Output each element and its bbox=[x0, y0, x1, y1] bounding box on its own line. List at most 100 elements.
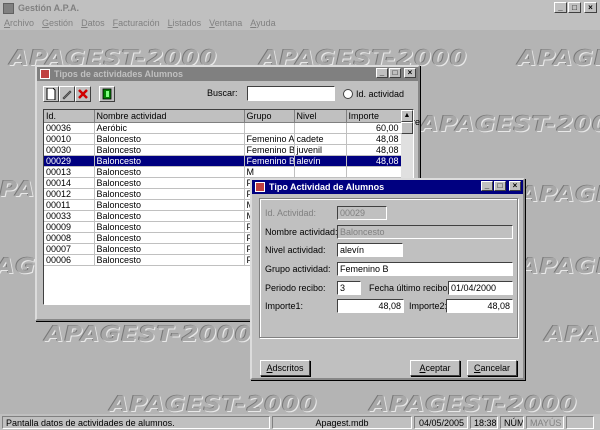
menu-ventana[interactable]: Ventana bbox=[209, 18, 242, 28]
menu-gestion[interactable]: Gestión bbox=[42, 18, 73, 28]
activity-name-label: Nombre actividad: bbox=[265, 227, 338, 237]
exit-door-icon bbox=[102, 88, 112, 100]
activity-level-field[interactable]: alevín bbox=[337, 243, 403, 257]
list-close-button[interactable]: × bbox=[404, 68, 416, 78]
edit-record-button[interactable] bbox=[59, 86, 75, 102]
amount2-label: Importe2: bbox=[409, 301, 448, 311]
table-row[interactable]: 00029 Baloncesto Femenino Balevín 48,08 bbox=[44, 155, 402, 167]
cell-name: Baloncesto bbox=[94, 210, 245, 222]
last-receipt-field[interactable]: 01/04/2000 bbox=[448, 281, 513, 295]
cell-id: 00036 bbox=[44, 122, 95, 134]
cell-amount: 48,08 bbox=[346, 133, 402, 145]
menu-ayuda[interactable]: Ayuda bbox=[250, 18, 275, 28]
table-row[interactable]: 00030 Baloncesto Femenino Bjuvenil 48,08 bbox=[44, 144, 402, 156]
menu-facturacion[interactable]: Facturación bbox=[113, 18, 160, 28]
list-window-title-bar[interactable]: Tipos de actividades Alumnos _ □ × bbox=[37, 67, 418, 81]
cell-group: Femenino B bbox=[244, 155, 295, 167]
watermark: APAGEST-2000 bbox=[110, 391, 318, 414]
app-maximize-button[interactable]: □ bbox=[568, 2, 581, 13]
activity-group-field[interactable]: Femenino B bbox=[337, 262, 513, 276]
mdi-workspace: APAGEST-2000 APAGEST-2000 APAGEST-2000 A… bbox=[0, 30, 600, 414]
cell-name: Baloncesto bbox=[94, 232, 245, 244]
scroll-up-icon[interactable]: ▲ bbox=[401, 110, 413, 122]
accept-button[interactable]: Aceptar bbox=[410, 360, 460, 376]
app-title-bar[interactable]: Gestión A.P.A. _ □ × bbox=[0, 0, 600, 16]
app-icon bbox=[3, 2, 14, 14]
delete-record-button[interactable] bbox=[75, 86, 91, 102]
cell-level: cadete bbox=[294, 133, 347, 145]
amount1-label: Importe1: bbox=[265, 301, 304, 311]
col-header-amount[interactable]: Importe bbox=[346, 110, 402, 123]
cell-group: Femenino B bbox=[244, 144, 295, 156]
app-title: Gestión A.P.A. bbox=[18, 3, 80, 13]
list-minimize-button[interactable]: _ bbox=[376, 68, 388, 78]
app-window-controls: _ □ × bbox=[554, 2, 597, 13]
cell-amount: 48,08 bbox=[346, 144, 402, 156]
status-time: 18:38 bbox=[470, 415, 498, 429]
cell-id: 00030 bbox=[44, 144, 95, 156]
detail-maximize-button[interactable]: □ bbox=[494, 181, 506, 191]
activity-level-label: Nivel actividad: bbox=[265, 245, 326, 255]
watermark: APAGEST-2000 bbox=[420, 111, 600, 137]
new-document-icon bbox=[46, 88, 56, 100]
col-header-group[interactable]: Grupo bbox=[244, 110, 295, 123]
watermark: APAGEST-2000 bbox=[520, 181, 600, 207]
watermark: APAGEST-2000 bbox=[518, 45, 600, 71]
delete-x-icon bbox=[78, 89, 88, 99]
new-record-button[interactable] bbox=[43, 86, 59, 102]
radio-id-activity-button[interactable] bbox=[343, 89, 353, 99]
table-row[interactable]: 00013 Baloncesto M bbox=[44, 166, 402, 178]
amount1-field[interactable]: 48,08 bbox=[337, 299, 404, 313]
col-header-id[interactable]: Id. bbox=[44, 110, 95, 123]
list-maximize-button[interactable]: □ bbox=[389, 68, 401, 78]
cell-amount bbox=[346, 166, 402, 178]
app-minimize-button[interactable]: _ bbox=[554, 2, 567, 13]
cell-id: 00012 bbox=[44, 188, 95, 200]
amount2-field[interactable]: 48,08 bbox=[446, 299, 513, 313]
cell-amount: 48,08 bbox=[346, 155, 402, 167]
col-header-level[interactable]: Nivel bbox=[294, 110, 347, 123]
cell-id: 00029 bbox=[44, 155, 95, 167]
app-close-button[interactable]: × bbox=[584, 2, 597, 13]
table-header-row: Id. Nombre actividad Grupo Nivel Importe bbox=[44, 110, 402, 123]
detail-minimize-button[interactable]: _ bbox=[481, 181, 493, 191]
detail-close-button[interactable]: × bbox=[509, 181, 521, 191]
window-icon bbox=[255, 182, 265, 192]
menu-archivo[interactable]: Archivo bbox=[4, 18, 34, 28]
exit-button[interactable] bbox=[99, 86, 115, 102]
cell-name: Baloncesto bbox=[94, 199, 245, 211]
list-window-controls: _ □ × bbox=[376, 68, 416, 78]
cell-level: juvenil bbox=[294, 144, 347, 156]
watermark: APAGEST-2000 bbox=[520, 253, 600, 279]
menu-datos[interactable]: Datos bbox=[81, 18, 105, 28]
receipt-period-field[interactable]: 3 bbox=[337, 281, 361, 295]
cell-name: Baloncesto bbox=[94, 188, 245, 200]
cell-id: 00033 bbox=[44, 210, 95, 222]
watermark: APAGEST-2000 bbox=[370, 391, 578, 414]
search-label: Buscar: bbox=[207, 88, 238, 98]
scroll-thumb[interactable] bbox=[401, 122, 413, 134]
activity-group-label: Grupo actividad: bbox=[265, 264, 331, 274]
cell-id: 00007 bbox=[44, 243, 95, 255]
cell-group: M bbox=[244, 166, 295, 178]
enrolled-button[interactable]: Adscritos bbox=[260, 360, 310, 376]
detail-window-title-bar[interactable]: Tipo Actividad de Alumnos _ □ × bbox=[252, 180, 523, 194]
search-input[interactable] bbox=[247, 86, 335, 101]
menu-listados[interactable]: Listados bbox=[168, 18, 202, 28]
cell-name: Baloncesto bbox=[94, 221, 245, 233]
radio-id-activity[interactable]: Id. actividad bbox=[343, 89, 404, 99]
cancel-button[interactable]: Cancelar bbox=[467, 360, 517, 376]
cell-id: 00014 bbox=[44, 177, 95, 189]
cell-id: 00006 bbox=[44, 254, 95, 266]
cell-name: Baloncesto bbox=[94, 166, 245, 178]
table-row[interactable]: 00036 Aeróbic 60,00 bbox=[44, 122, 402, 134]
cell-id: 00011 bbox=[44, 199, 95, 211]
cell-id: 00008 bbox=[44, 232, 95, 244]
detail-window-controls: _ □ × bbox=[481, 181, 521, 191]
list-toolbar: Buscar: Id. actividad bbox=[37, 81, 418, 107]
menu-bar: Archivo Gestión Datos Facturación Listad… bbox=[0, 16, 600, 30]
id-activity-field: 00029 bbox=[337, 206, 387, 220]
col-header-name[interactable]: Nombre actividad bbox=[94, 110, 245, 123]
radio-id-activity-label: Id. actividad bbox=[356, 89, 405, 99]
table-row[interactable]: 00010 Baloncesto Femenino Acadete 48,08 bbox=[44, 133, 402, 145]
